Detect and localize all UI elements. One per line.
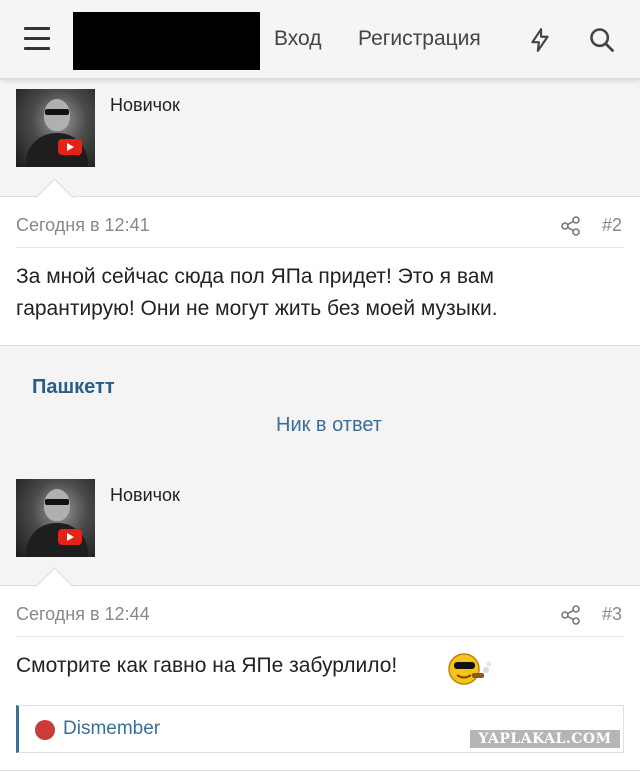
post-number[interactable]: #2: [602, 215, 622, 236]
divider: [16, 636, 624, 637]
login-link[interactable]: Вход: [274, 27, 322, 51]
smoking-smiley-icon: [448, 653, 492, 685]
post-message: Сегодня в 12:41 #2 За мной сейчас сюда п…: [0, 196, 640, 346]
search-icon[interactable]: [588, 26, 616, 54]
dislike-icon: [35, 720, 55, 740]
reply-nick-link[interactable]: Ник в ответ: [276, 414, 382, 437]
post-author-block: Новичок: [0, 479, 640, 589]
post-time[interactable]: Сегодня в 12:41: [16, 215, 150, 236]
author-name[interactable]: Пашкетт: [32, 376, 115, 399]
top-header: Вход Регистрация: [0, 0, 640, 79]
site-logo-redacted[interactable]: [73, 12, 260, 70]
avatar[interactable]: [16, 479, 95, 557]
menu-icon[interactable]: [24, 27, 52, 51]
reaction-user-link[interactable]: Dismember: [63, 718, 160, 740]
lightning-icon[interactable]: [527, 26, 553, 54]
post-number[interactable]: #3: [602, 604, 622, 625]
youtube-icon: [58, 529, 82, 545]
post-author-block: Новичок: [0, 89, 640, 199]
post-text: Смотрите как гавно на ЯПе забурлило!: [16, 654, 398, 677]
user-rank: Новичок: [110, 95, 180, 115]
user-rank: Новичок: [110, 485, 180, 505]
share-icon[interactable]: [561, 216, 581, 236]
share-icon[interactable]: [561, 605, 581, 625]
register-link[interactable]: Регистрация: [358, 27, 481, 51]
divider: [16, 247, 624, 248]
watermark: YAPLAKAL.COM: [470, 730, 620, 748]
post-time[interactable]: Сегодня в 12:44: [16, 604, 150, 625]
post-text: За мной сейчас сюда пол ЯПа придет! Это …: [16, 265, 498, 320]
youtube-icon: [58, 139, 82, 155]
avatar[interactable]: [16, 89, 95, 167]
